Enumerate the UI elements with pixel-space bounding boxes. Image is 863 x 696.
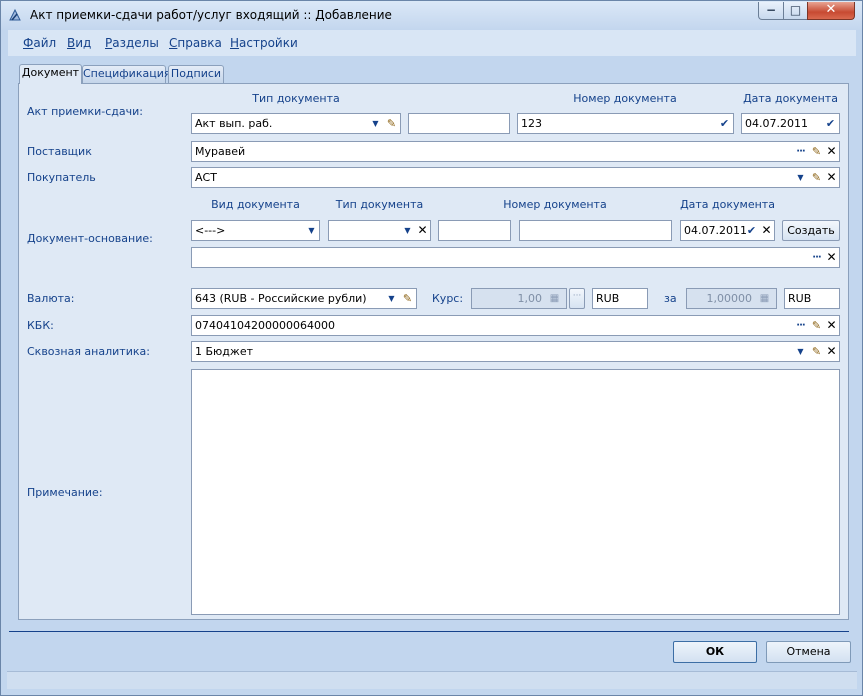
dropdown-arrow-icon[interactable]: ▼ xyxy=(384,291,399,306)
kbk-label: КБК: xyxy=(27,319,54,332)
note-label: Примечание: xyxy=(27,486,103,499)
buyer-field[interactable]: АСТ ▼ ✎ ✕ xyxy=(191,167,840,188)
basis-kind-select[interactable]: <---> ▼ xyxy=(191,220,320,241)
calculator-icon: ▦ xyxy=(549,293,560,304)
clear-icon[interactable]: ✕ xyxy=(824,170,839,185)
supplier-field[interactable]: Муравей ··· ✎ ✕ xyxy=(191,141,840,162)
clear-icon[interactable]: ✕ xyxy=(824,144,839,159)
status-bar xyxy=(7,671,857,689)
minimize-button[interactable]: − xyxy=(758,2,784,20)
create-button[interactable]: Создать xyxy=(782,220,840,241)
tab-signatures[interactable]: Подписи xyxy=(168,65,224,83)
edit-pin-icon[interactable]: ✎ xyxy=(809,344,824,359)
rate-field: 1,00 ▦ xyxy=(471,288,567,309)
edit-pin-icon[interactable]: ✎ xyxy=(400,291,415,306)
browse-dots-icon[interactable]: ··· xyxy=(793,318,808,333)
rate-browse-button[interactable]: ··· xyxy=(569,288,585,309)
browse-dots-icon[interactable]: ··· xyxy=(809,250,824,265)
act-extra-field[interactable] xyxy=(408,113,510,134)
clear-icon[interactable]: ✕ xyxy=(759,223,774,238)
kbk-field[interactable]: 07404104200000064000 ··· ✎ ✕ xyxy=(191,315,840,336)
act-doc-number-field[interactable]: 123 ✔ xyxy=(517,113,734,134)
basis-date-field[interactable]: 04.07.2011 ✔ ✕ xyxy=(680,220,775,241)
ok-button[interactable]: ОК xyxy=(673,641,757,663)
note-textarea[interactable] xyxy=(191,369,840,615)
per-field: 1,00000 ▦ xyxy=(686,288,777,309)
minimize-icon: − xyxy=(765,3,777,17)
close-icon: ✕ xyxy=(825,2,837,17)
act-doc-date-header: Дата документа xyxy=(743,92,838,105)
edit-pin-icon[interactable]: ✎ xyxy=(809,170,824,185)
menu-sections[interactable]: Разделы xyxy=(105,36,159,50)
menu-settings[interactable]: Настройки xyxy=(230,36,298,50)
app-icon xyxy=(9,8,21,21)
dropdown-arrow-icon[interactable]: ▼ xyxy=(400,223,415,238)
check-icon[interactable]: ✔ xyxy=(717,116,732,131)
act-doc-date-field[interactable]: 04.07.2011 ✔ xyxy=(741,113,840,134)
basis-type-header: Тип документа xyxy=(335,198,424,211)
dropdown-arrow-icon[interactable]: ▼ xyxy=(793,170,808,185)
cancel-button[interactable]: Отмена xyxy=(766,641,851,663)
basis-type-select[interactable]: ▼ ✕ xyxy=(328,220,431,241)
clear-icon[interactable]: ✕ xyxy=(824,344,839,359)
app-window: Акт приемки-сдачи работ/услуг входящий :… xyxy=(0,0,863,696)
analytics-select[interactable]: 1 Бюджет ▼ ✎ ✕ xyxy=(191,341,840,362)
currency-label: Валюта: xyxy=(27,292,75,305)
edit-pin-icon[interactable]: ✎ xyxy=(809,318,824,333)
edit-pin-icon[interactable]: ✎ xyxy=(809,144,824,159)
basis-number-prefix-field[interactable] xyxy=(438,220,511,241)
rate-label: Курс: xyxy=(432,292,464,305)
window-title: Акт приемки-сдачи работ/услуг входящий :… xyxy=(30,8,392,22)
supplier-label: Поставщик xyxy=(27,145,92,158)
basis-kind-header: Вид документа xyxy=(211,198,300,211)
act-doc-type-select[interactable]: Акт вып. раб. ▼ ✎ xyxy=(191,113,401,134)
act-label: Акт приемки-сдачи: xyxy=(27,105,143,118)
buyer-label: Покупатель xyxy=(27,171,96,184)
dropdown-arrow-icon[interactable]: ▼ xyxy=(368,116,383,131)
maximize-button[interactable]: □ xyxy=(783,2,808,20)
dropdown-arrow-icon[interactable]: ▼ xyxy=(793,344,808,359)
per-currency-field[interactable]: RUB xyxy=(784,288,840,309)
browse-dots-icon[interactable]: ··· xyxy=(793,144,808,159)
basis-second-field[interactable]: ··· ✕ xyxy=(191,247,840,268)
currency-select[interactable]: 643 (RUB - Российские рубли) ▼ ✎ xyxy=(191,288,417,309)
menu-help[interactable]: Справка xyxy=(169,36,222,50)
act-doc-number-header: Номер документа xyxy=(573,92,677,105)
dropdown-arrow-icon[interactable]: ▼ xyxy=(304,223,319,238)
clear-icon[interactable]: ✕ xyxy=(824,250,839,265)
basis-date-header: Дата документа xyxy=(680,198,775,211)
menu-file[interactable]: Файл xyxy=(23,36,56,50)
check-icon[interactable]: ✔ xyxy=(823,116,838,131)
clear-icon[interactable]: ✕ xyxy=(824,318,839,333)
footer-separator xyxy=(9,631,849,632)
clear-icon[interactable]: ✕ xyxy=(415,223,430,238)
edit-pin-icon[interactable]: ✎ xyxy=(384,116,399,131)
calculator-icon: ▦ xyxy=(759,293,770,304)
menu-view[interactable]: Вид xyxy=(67,36,91,50)
close-button[interactable]: ✕ xyxy=(807,2,855,20)
analytics-label: Сквозная аналитика: xyxy=(27,345,150,358)
per-label: за xyxy=(664,292,677,305)
tab-specification[interactable]: Спецификация xyxy=(82,65,170,83)
rate-currency-field[interactable]: RUB xyxy=(592,288,648,309)
maximize-icon: □ xyxy=(789,3,802,17)
act-doc-type-header: Тип документа xyxy=(252,92,340,105)
tab-document[interactable]: Документ xyxy=(19,64,82,84)
menu-bar: Файл Вид Разделы Справка Настройки xyxy=(8,30,856,56)
basis-label: Документ-основание: xyxy=(27,232,153,245)
check-icon[interactable]: ✔ xyxy=(744,223,759,238)
title-bar: Акт приемки-сдачи работ/услуг входящий :… xyxy=(1,1,862,30)
basis-number-header: Номер документа xyxy=(503,198,607,211)
basis-number-field[interactable] xyxy=(519,220,672,241)
